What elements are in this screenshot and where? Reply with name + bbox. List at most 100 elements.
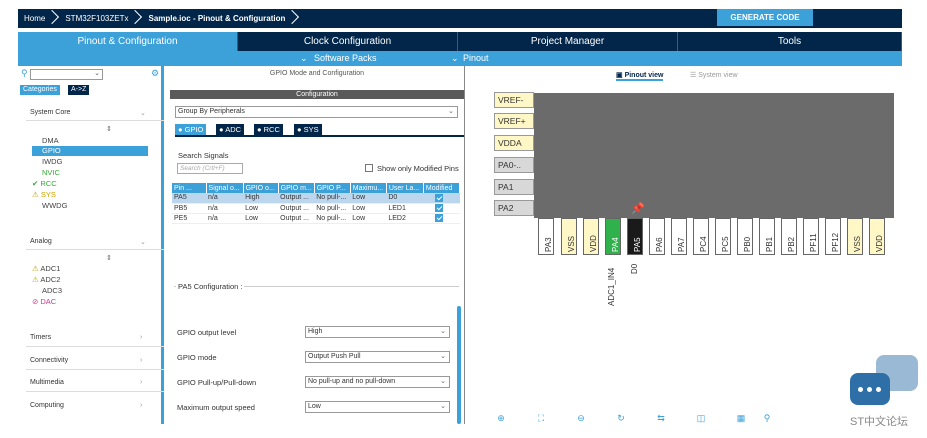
sidebar-item-nvic[interactable]: NVIC [42, 168, 60, 178]
pin-pa5[interactable]: PA5 [627, 218, 643, 255]
pin-pa6[interactable]: PA6 [649, 218, 665, 255]
search-icon[interactable]: ⚲ [761, 413, 773, 423]
pin-pa4[interactable]: PA4 [605, 218, 621, 255]
sidebar-item-sys[interactable]: ⚠ SYS [32, 190, 56, 200]
table-row[interactable]: PB5 n/a Low Output ... No pull-... Low L… [172, 203, 460, 214]
chevron-down-icon: ⌄ [448, 108, 454, 115]
table-row[interactable]: PA5 n/a High Output ... No pull-... Low … [172, 193, 460, 204]
scrollbar[interactable] [457, 306, 461, 424]
chevron-down-icon: ⌄ [140, 239, 146, 246]
column-header[interactable]: Modified [423, 183, 461, 193]
analog-group[interactable]: Analog ⌄ [30, 238, 146, 246]
mcu-chip-body[interactable] [534, 93, 894, 218]
column-header[interactable]: GPIO P... [314, 183, 351, 193]
gpio-mode-select[interactable]: Output Push Pull ⌄ [305, 351, 450, 363]
divider [26, 391, 164, 392]
column-header[interactable]: GPIO o... [243, 183, 279, 193]
group-by-select[interactable]: Group By Peripherals ⌄ [175, 106, 458, 118]
sidebar-item-adc2[interactable]: ⚠ ADC2 [32, 275, 60, 285]
sidebar-item-wwdg[interactable]: WWDG [42, 201, 67, 211]
tab-system-view[interactable]: ☰ System view [690, 71, 738, 79]
pin-pc5[interactable]: PC5 [715, 218, 731, 255]
pin-pb0[interactable]: PB0 [737, 218, 753, 255]
sort-icon[interactable]: ⇕ [106, 125, 112, 133]
column-header[interactable]: Maximu... [350, 183, 387, 193]
pin-vdd[interactable]: VDD [869, 218, 885, 255]
flip-icon[interactable]: ⇆ [655, 413, 667, 423]
column-header[interactable]: User La... [386, 183, 424, 193]
table-row[interactable]: PE5 n/a Low Output ... No pull-... Low L… [172, 213, 460, 224]
software-packs-menu[interactable]: Software Packs [314, 53, 377, 63]
pinout-menu[interactable]: Pinout [463, 53, 489, 63]
pin-pa3[interactable]: PA3 [538, 218, 554, 255]
multimedia-group[interactable]: Multimedia › [30, 379, 142, 386]
pin-pb2[interactable]: PB2 [781, 218, 797, 255]
tab-pinout-configuration[interactable]: Pinout & Configuration [18, 32, 238, 51]
pin-vdd[interactable]: VDD [583, 218, 599, 255]
pin-vref-minus[interactable]: VREF- [494, 92, 534, 108]
sidebar-item-rcc[interactable]: ✔ RCC [32, 179, 57, 189]
gpio-pull-select[interactable]: No pull-up and no pull-down ⌄ [305, 376, 450, 388]
system-core-group[interactable]: System Core ⌄ [30, 109, 146, 117]
sort-icon[interactable]: ⇕ [106, 254, 112, 262]
tab-tools[interactable]: Tools [678, 32, 902, 51]
show-modified-checkbox[interactable] [365, 164, 373, 172]
tab-pinout-view[interactable]: ▣ Pinout view [616, 71, 664, 81]
column-header[interactable]: GPIO m... [278, 183, 315, 193]
sidebar-item-adc1[interactable]: ⚠ ADC1 [32, 264, 60, 274]
breadcrumb-project[interactable]: Sample.ioc - Pinout & Configuration [142, 9, 299, 28]
rotate-icon[interactable]: ↻ [615, 413, 627, 423]
fit-icon[interactable]: ⛶ [535, 413, 547, 423]
main-tabs: Pinout & Configuration Clock Configurati… [18, 32, 902, 51]
column-header[interactable]: Pin ... [172, 183, 207, 193]
pin-pa7[interactable]: PA7 [671, 218, 687, 255]
tab-clock-configuration[interactable]: Clock Configuration [238, 32, 458, 51]
modified-checkbox[interactable] [435, 193, 444, 202]
category-search-input[interactable]: ⌄ [30, 69, 103, 80]
sidebar-item-adc3[interactable]: ADC3 [42, 286, 62, 296]
column-header[interactable]: Signal o... [206, 183, 244, 193]
sidebar-item-dma[interactable]: DMA [42, 136, 59, 146]
search-signals-input[interactable]: Search (Crtl+F) [177, 163, 243, 174]
pin-vref-plus[interactable]: VREF+ [494, 113, 534, 129]
table-cell: Output ... [278, 213, 315, 224]
pin-pc4[interactable]: PC4 [693, 218, 709, 255]
table-cell: n/a [206, 213, 244, 224]
sidebar-item-dac[interactable]: ⊘ DAC [32, 297, 56, 307]
tab-project-manager[interactable]: Project Manager [458, 32, 678, 51]
config-label: GPIO mode [177, 353, 217, 362]
generate-code-button[interactable]: GENERATE CODE [717, 9, 813, 26]
categories-tab[interactable]: Categories [20, 85, 60, 95]
pin-vss[interactable]: VSS [847, 218, 863, 255]
breadcrumb-home[interactable]: Home [18, 9, 59, 28]
modified-checkbox[interactable] [435, 204, 444, 212]
pin-pf11[interactable]: PF11 [803, 218, 819, 255]
sidebar-item-iwdg[interactable]: IWDG [42, 157, 62, 167]
gear-icon[interactable]: ⚙ [151, 68, 159, 79]
pin-pa0[interactable]: PA0-.. [494, 157, 534, 173]
sidebar-item-gpio[interactable]: GPIO [32, 146, 148, 156]
chevron-down-icon: ⌄ [300, 53, 308, 63]
modified-checkbox[interactable] [435, 214, 444, 222]
pin-vdda[interactable]: VDDA [494, 135, 534, 151]
zoom-in-icon[interactable]: ⊕ [495, 413, 507, 423]
grid-icon[interactable]: ▦ [735, 413, 747, 423]
pin-vss[interactable]: VSS [561, 218, 577, 255]
breadcrumb-mcu[interactable]: STM32F103ZETx [59, 9, 142, 28]
az-tab[interactable]: A->Z [68, 85, 90, 95]
split-icon[interactable]: ◫ [695, 413, 707, 423]
pin-pa1[interactable]: PA1 [494, 179, 534, 195]
timers-group[interactable]: Timers › [30, 334, 142, 341]
pin-pf12[interactable]: PF12 [825, 218, 841, 255]
tab-label: Pinout view [624, 72, 664, 79]
chevron-right-icon: › [140, 402, 143, 409]
signal-label-pa5: D0 [630, 263, 639, 274]
zoom-out-icon[interactable]: ⊖ [575, 413, 587, 423]
pin-pb1[interactable]: PB1 [759, 218, 775, 255]
panel-splitter[interactable] [464, 66, 468, 424]
gpio-output-level-select[interactable]: High ⌄ [305, 326, 450, 338]
pin-pa2[interactable]: PA2 [494, 200, 534, 216]
computing-group[interactable]: Computing › [30, 402, 142, 409]
connectivity-group[interactable]: Connectivity › [30, 357, 142, 364]
max-output-speed-select[interactable]: Low ⌄ [305, 401, 450, 413]
